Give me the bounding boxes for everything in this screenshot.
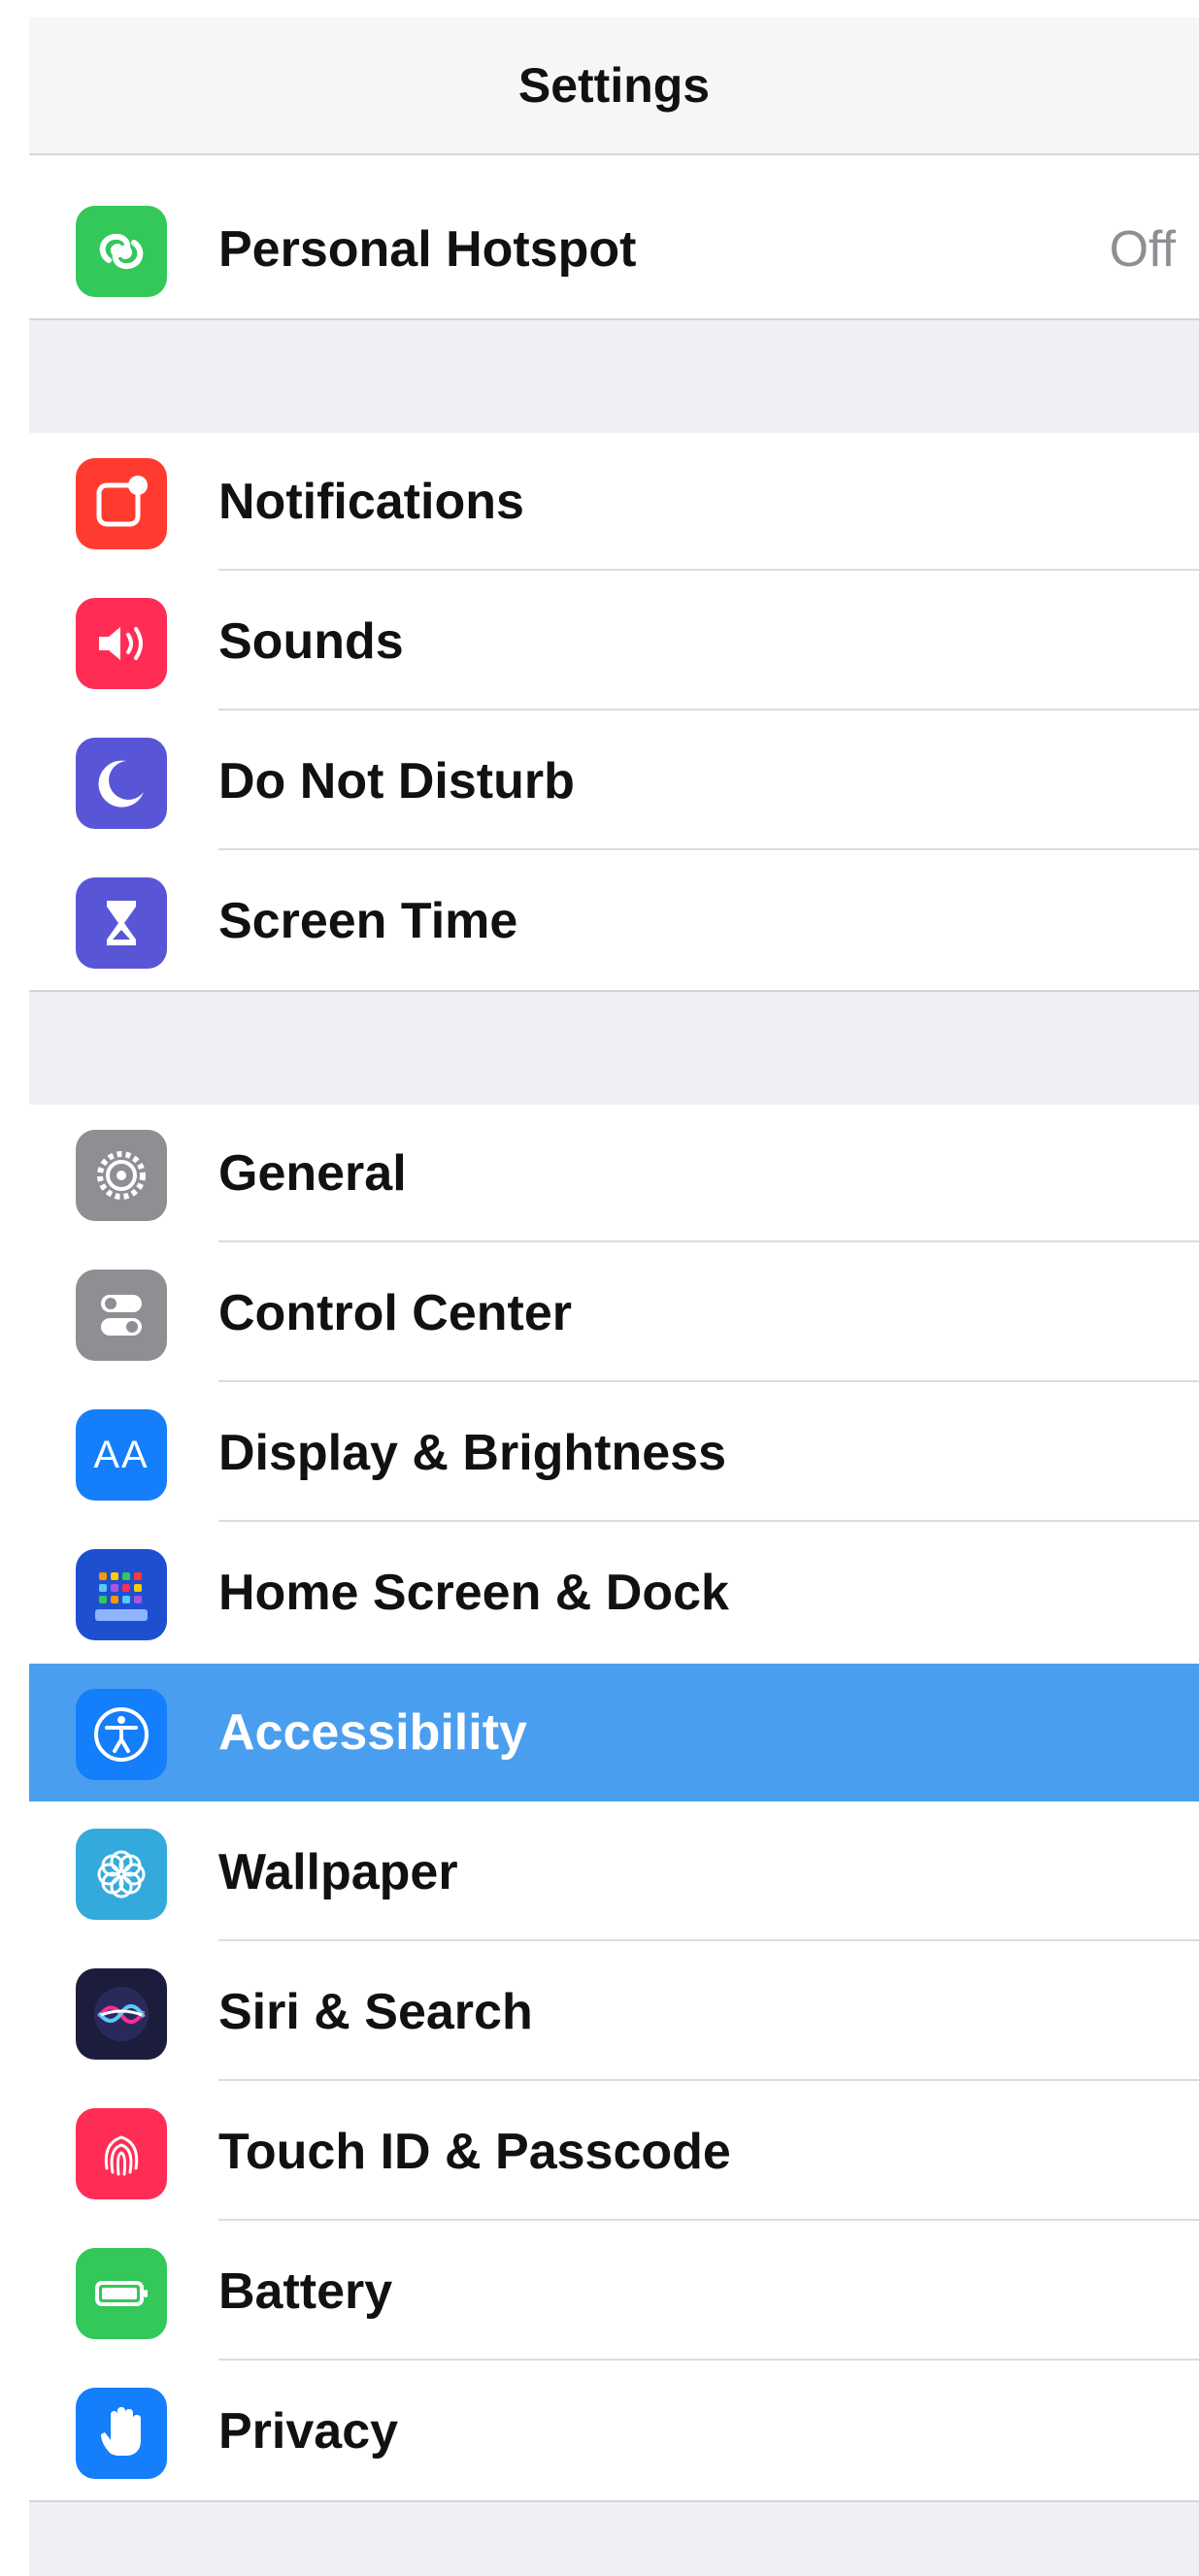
row-label: Sounds — [218, 613, 404, 670]
siri-icon — [76, 1968, 167, 2060]
page-title: Settings — [517, 58, 711, 113]
navigation-bar: Settings — [29, 17, 1199, 155]
hourglass-icon — [76, 877, 167, 969]
row-divider — [218, 2219, 1199, 2221]
sounds-icon — [76, 598, 167, 689]
display-icon-text: AA — [93, 1433, 150, 1476]
fingerprint-icon — [76, 2108, 167, 2199]
row-label: Wallpaper — [218, 1844, 458, 1900]
settings-row-notifications[interactable]: Notifications — [29, 433, 1199, 571]
moon-icon — [76, 738, 167, 829]
row-divider — [218, 2359, 1199, 2361]
settings-row-touch-id-passcode[interactable]: Touch ID & Passcode — [29, 2083, 1199, 2221]
settings-row-siri-search[interactable]: Siri & Search — [29, 1943, 1199, 2081]
hotspot-icon — [76, 206, 167, 297]
settings-row-personal-hotspot[interactable]: Personal Hotspot Off — [29, 181, 1199, 318]
row-divider — [218, 569, 1199, 571]
settings-row-privacy[interactable]: Privacy — [29, 2362, 1199, 2500]
settings-row-do-not-disturb[interactable]: Do Not Disturb — [29, 712, 1199, 850]
accessibility-icon — [76, 1689, 167, 1780]
row-divider — [218, 848, 1199, 850]
row-divider — [218, 1380, 1199, 1382]
group-separator — [29, 2500, 1199, 2576]
settings-screen: Settings Personal Hotspot Off Notificati… — [29, 17, 1199, 2576]
row-label: Touch ID & Passcode — [218, 2124, 731, 2180]
settings-row-display-brightness[interactable]: AA Display & Brightness — [29, 1384, 1199, 1522]
row-label: Do Not Disturb — [218, 753, 575, 809]
settings-row-home-screen-dock[interactable]: Home Screen & Dock — [29, 1524, 1199, 1662]
row-label: Control Center — [218, 1285, 572, 1341]
battery-icon — [76, 2248, 167, 2339]
settings-row-battery[interactable]: Battery — [29, 2223, 1199, 2361]
hand-icon — [76, 2388, 167, 2479]
row-divider — [218, 2079, 1199, 2081]
row-label: Home Screen & Dock — [218, 1565, 729, 1621]
row-label: Display & Brightness — [218, 1425, 727, 1481]
row-label: Privacy — [218, 2403, 399, 2460]
row-label: Personal Hotspot — [218, 221, 637, 278]
row-label: Battery — [218, 2263, 393, 2320]
row-divider — [218, 1520, 1199, 1522]
notifications-icon — [76, 458, 167, 549]
home-grid-icon — [76, 1549, 167, 1640]
flower-icon — [76, 1829, 167, 1920]
display-icon: AA — [76, 1409, 167, 1501]
group-separator — [29, 318, 1199, 435]
row-label: Screen Time — [218, 893, 518, 949]
row-value: Off — [1109, 221, 1176, 278]
settings-row-accessibility[interactable]: Accessibility — [29, 1664, 1199, 1801]
row-label: General — [218, 1145, 407, 1202]
settings-row-general[interactable]: General — [29, 1105, 1199, 1242]
settings-row-screen-time[interactable]: Screen Time — [29, 852, 1199, 990]
row-divider — [218, 1240, 1199, 1242]
row-divider — [218, 709, 1199, 710]
settings-row-sounds[interactable]: Sounds — [29, 573, 1199, 710]
row-divider — [218, 1939, 1199, 1941]
gear-icon — [76, 1130, 167, 1221]
settings-row-control-center[interactable]: Control Center — [29, 1244, 1199, 1382]
row-label: Notifications — [218, 474, 524, 530]
row-label: Siri & Search — [218, 1984, 533, 2040]
row-label: Accessibility — [218, 1704, 527, 1761]
settings-row-wallpaper[interactable]: Wallpaper — [29, 1803, 1199, 1941]
group-separator — [29, 990, 1199, 1106]
toggles-icon — [76, 1270, 167, 1361]
